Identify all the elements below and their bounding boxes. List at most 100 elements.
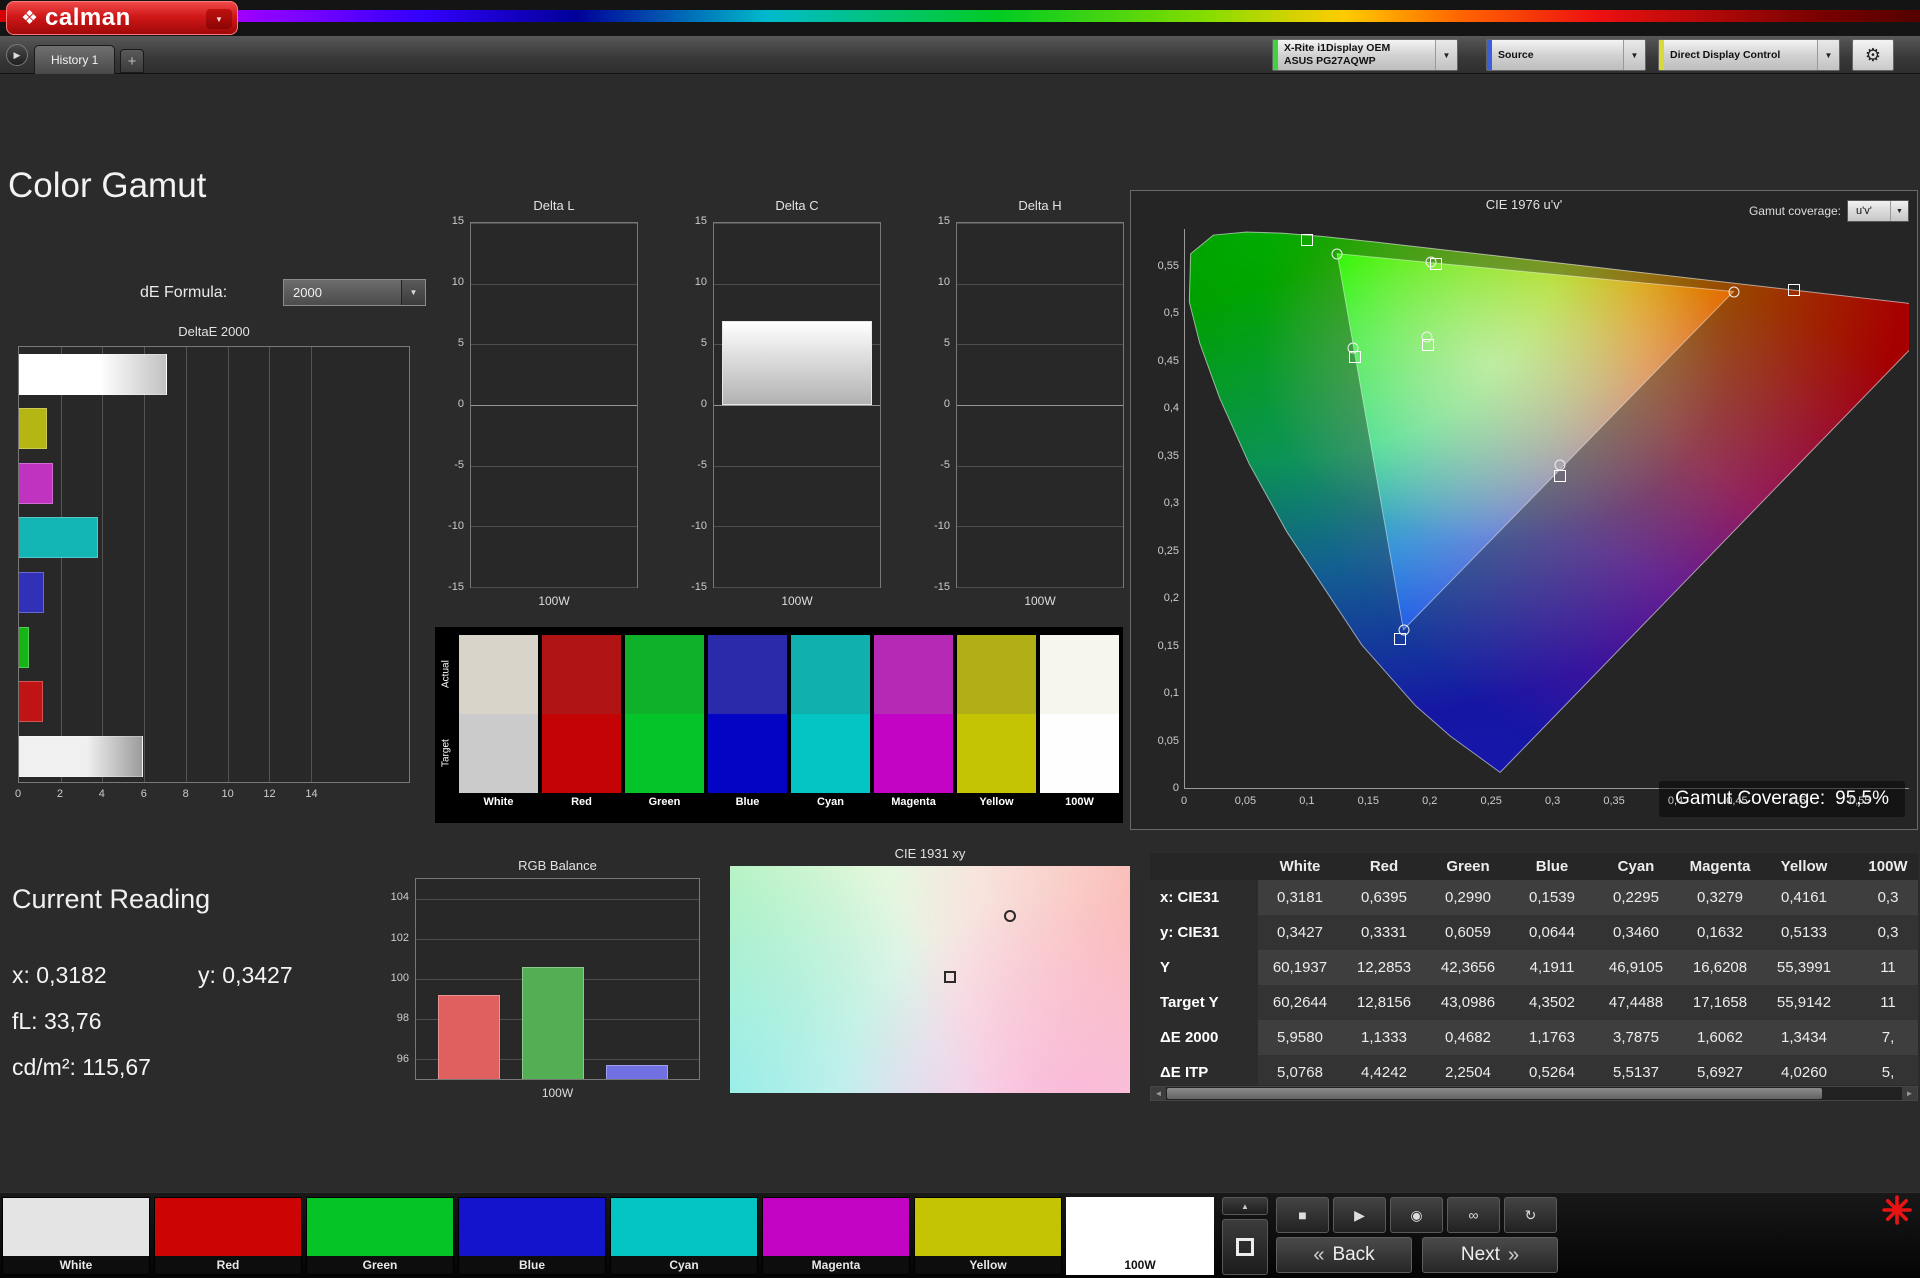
axis-tick-label: 0,2 [1163, 592, 1179, 605]
patch-label: Cyan [611, 1256, 757, 1274]
axis-tick-label: -10 [691, 520, 707, 532]
grid-line [102, 347, 104, 782]
axis-tick-label: 15 [694, 215, 707, 227]
gamut-coverage-dropdown[interactable]: u'v' ▼ [1847, 200, 1909, 222]
axis-tick-label: 10 [451, 276, 464, 288]
chart-plot [713, 222, 881, 588]
table-row-label: ΔE 2000 [1150, 1020, 1258, 1055]
patch-button-cyan[interactable]: Cyan [610, 1197, 758, 1275]
table-cell: 0,4682 [1445, 1029, 1491, 1046]
de-formula-label: dE Formula: [140, 284, 228, 301]
table-cell: 12,8156 [1356, 994, 1412, 1011]
asterisk-icon [1882, 1195, 1912, 1225]
axis-tick-label: 0,15 [1357, 795, 1380, 807]
source-dropdown-label: Source [1498, 48, 1534, 61]
grid-line [957, 526, 1123, 528]
display-control-dropdown[interactable]: Direct Display Control ▼ [1658, 39, 1840, 71]
table-cell: 5,5137 [1613, 1064, 1659, 1081]
patch-button-red[interactable]: Red [154, 1197, 302, 1275]
axis-tick-label: 100 [390, 972, 409, 984]
tab-history-1[interactable]: History 1 [34, 45, 116, 74]
delta-bar [722, 321, 872, 405]
deltae-chart-plot [18, 346, 410, 783]
axis-tick-label: 0,35 [1603, 795, 1625, 807]
axis-tick-label: 96 [396, 1052, 409, 1065]
deltae-bar-blue [19, 572, 44, 613]
history-expander-button[interactable]: ▶ [6, 44, 28, 66]
refresh-button[interactable]: ↻ [1504, 1197, 1557, 1233]
settings-button[interactable]: ⚙ [1852, 39, 1894, 71]
patch-button-100w[interactable]: 100W [1066, 1197, 1214, 1275]
table-cell: 55,3991 [1776, 959, 1832, 976]
back-button[interactable]: « Back [1276, 1237, 1412, 1273]
table-row: ΔE 2000 5,9580 1,1333 0,4682 1,1763 3,7875 1,6… [1150, 1020, 1918, 1055]
table-cell: 0,3 [1877, 924, 1899, 941]
meter-dropdown-label: X-Rite i1Display OEM ASUS PG27AQWP [1284, 42, 1391, 67]
next-button[interactable]: Next » [1422, 1237, 1558, 1273]
axis-tick-label: 0,4 [1667, 795, 1684, 807]
table-cell: 0,4161 [1781, 889, 1827, 906]
table-scrollbar[interactable]: ◄ ► [1150, 1086, 1918, 1101]
target-swatch-blue [708, 714, 787, 793]
grid-line [471, 465, 637, 467]
collapse-panel-button[interactable]: ▲ [1222, 1197, 1268, 1215]
add-tab-button[interactable]: + [120, 49, 144, 73]
patch-color [155, 1198, 301, 1256]
axis-tick-label: 0,35 [1157, 449, 1179, 462]
patch-button-yellow[interactable]: Yellow [914, 1197, 1062, 1275]
results-table: White Red Green Blue Cyan Magenta Yellow 100W x:… [1150, 853, 1918, 1085]
measured-point-marker [1331, 248, 1343, 260]
chart-plot [470, 222, 638, 588]
patch-button-white[interactable]: White [2, 1197, 150, 1275]
table-header-cell: Yellow [1780, 858, 1828, 875]
single-view-button[interactable] [1222, 1219, 1268, 1275]
patch-button-green[interactable]: Green [306, 1197, 454, 1275]
axis-tick-label: 0 [943, 398, 950, 410]
de-formula-dropdown[interactable]: 2000 ▼ [283, 279, 426, 306]
scroll-right-button[interactable]: ► [1902, 1087, 1917, 1100]
chart-title: Delta C [775, 198, 819, 213]
table-cell: 0,5264 [1529, 1064, 1575, 1081]
chevron-down-icon: ▼ [1623, 40, 1645, 70]
chevron-down-icon: ▼ [401, 280, 425, 305]
grid-line [714, 405, 880, 406]
record-button[interactable]: ◉ [1390, 1197, 1443, 1233]
scrollbar-thumb[interactable] [1167, 1088, 1822, 1099]
axis-tick-label: -5 [454, 459, 464, 471]
target-point-marker [1788, 283, 1801, 296]
actual-swatch-green [625, 635, 704, 714]
table-cell: 1,1333 [1361, 1029, 1407, 1046]
scroll-left-button[interactable]: ◄ [1151, 1087, 1166, 1100]
patch-color [307, 1198, 453, 1256]
patch-button-magenta[interactable]: Magenta [762, 1197, 910, 1275]
play-button[interactable]: ▶ [1333, 1197, 1386, 1233]
display-dropdown-label: Direct Display Control [1670, 48, 1781, 61]
stop-icon: ■ [1298, 1207, 1307, 1223]
axis-tick-label: 0 [1180, 795, 1188, 807]
target-point-marker [1300, 234, 1313, 247]
app-menu-dropdown[interactable]: ▼ [206, 9, 232, 29]
double-chevron-right-icon: » [1507, 1243, 1520, 1266]
current-reading-x: x: 0,3182 [12, 962, 107, 988]
axis-tick-label: 4 [98, 788, 105, 800]
source-dropdown[interactable]: Source ▼ [1486, 39, 1646, 71]
actual-swatch-white [459, 635, 538, 714]
chart-title: Delta H [1018, 198, 1062, 213]
axis-tick-label: 0 [457, 398, 464, 410]
patch-button-blue[interactable]: Blue [458, 1197, 606, 1275]
continuous-measure-button[interactable]: ∞ [1447, 1197, 1500, 1233]
swatch-label: Green [648, 796, 681, 808]
chevron-down-icon: ▼ [1817, 40, 1839, 70]
table-cell: 2,2504 [1445, 1064, 1491, 1081]
chart-title: RGB Balance [518, 858, 597, 873]
calman-logo: ❖ calman ▼ [6, 1, 238, 35]
de-formula-value: 2000 [293, 285, 322, 300]
grid-line [416, 939, 699, 940]
scrollbar-track[interactable] [1822, 1087, 1902, 1100]
axis-tick-label: 0 [1172, 782, 1179, 794]
axis-tick-label: 5 [943, 337, 950, 349]
stop-button[interactable]: ■ [1276, 1197, 1329, 1233]
meter-dropdown[interactable]: X-Rite i1Display OEM ASUS PG27AQWP ▼ [1272, 39, 1458, 71]
patch-label: 100W [1067, 1256, 1213, 1274]
table-row-label: y: CIE31 [1150, 915, 1258, 950]
